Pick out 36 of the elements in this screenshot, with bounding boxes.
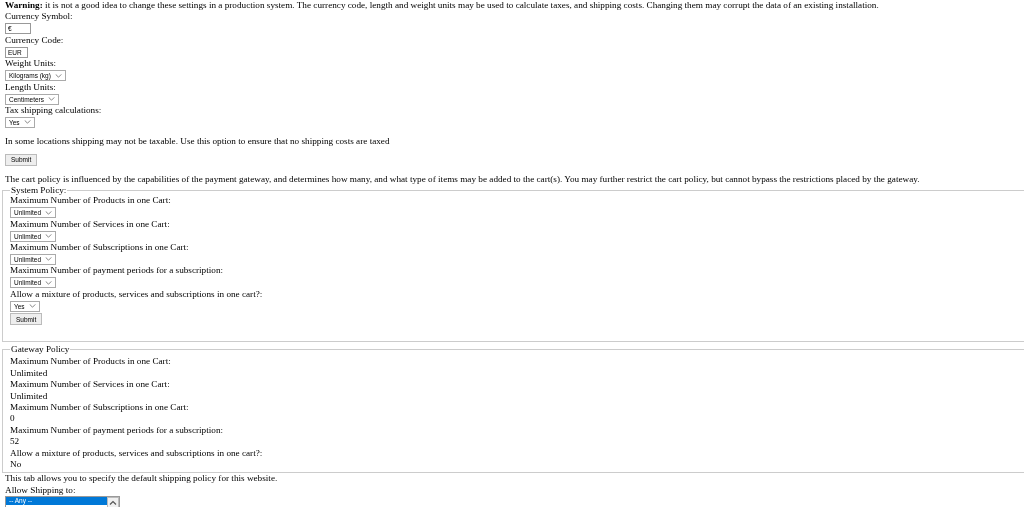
caret-icon	[23, 120, 31, 125]
field-label: Maximum Number of payment periods for a subscription:	[10, 265, 225, 277]
cart-policy-text: The cart policy is influenced by the capabilities of the payment gateway, and determines how many, and what type of items may be added to the cart(s). You may further restrict the cart policy, but cannot bypass the restrictions placed by the gateway.	[5, 173, 921, 186]
field-label: Maximum Number of Products in one Cart:	[10, 356, 172, 368]
shipping-policy-text: This tab allows you to specify the default shipping policy for this website.	[5, 473, 279, 485]
field-label: Currency Symbol:	[5, 11, 74, 23]
field-value: Unlimited	[10, 390, 49, 402]
caret-icon	[45, 210, 53, 215]
field-label: Currency Code:	[5, 34, 65, 47]
caret-icon	[45, 234, 53, 239]
field-label: Maximum Number of Subscriptions in one Cart:	[10, 242, 190, 254]
field-label: Maximum Number of Services in one Cart:	[10, 379, 171, 391]
field-value: 52	[10, 436, 21, 448]
panel-legend: Gateway Policy	[10, 344, 71, 355]
panel-legend: System Policy:	[10, 185, 68, 196]
scroll-up-icon[interactable]	[107, 497, 119, 507]
field-label: Length Units:	[5, 81, 57, 94]
field-label: Allow a mixture of products, services and subscriptions in one cart?:	[10, 288, 264, 301]
field-label: Weight Units:	[5, 58, 58, 70]
field-label: Maximum Number of payment periods for a subscription:	[10, 424, 225, 437]
field-label: Maximum Number of Services in one Cart:	[10, 218, 171, 231]
caret-icon	[45, 257, 53, 262]
help-text: In some locations shipping may not be taxable. Use this option to ensure that no shipping costs are taxed	[5, 136, 391, 148]
field-label: Tax shipping calculations:	[5, 105, 103, 117]
field-value: Unlimited	[10, 367, 49, 380]
field-label: Allow Shipping to:	[5, 484, 77, 497]
caret-icon	[45, 280, 53, 285]
field-value: 0	[10, 413, 16, 425]
field-label: Allow a mixture of products, services and subscriptions in one cart?:	[10, 447, 264, 459]
caret-icon	[54, 73, 62, 78]
caret-icon	[48, 97, 56, 102]
field-value: No	[10, 458, 23, 471]
caret-icon	[28, 304, 36, 309]
warning-text: Warning: it is not a good idea to change these settings in a production system. The currency code, length and weight units may be used to calculate taxes, and shipping costs. Changing them may corrupt the data of an existing installation.	[5, 0, 880, 12]
field-label: Maximum Number of Products in one Cart:	[10, 195, 172, 207]
field-label: Maximum Number of Subscriptions in one Cart:	[10, 401, 190, 414]
